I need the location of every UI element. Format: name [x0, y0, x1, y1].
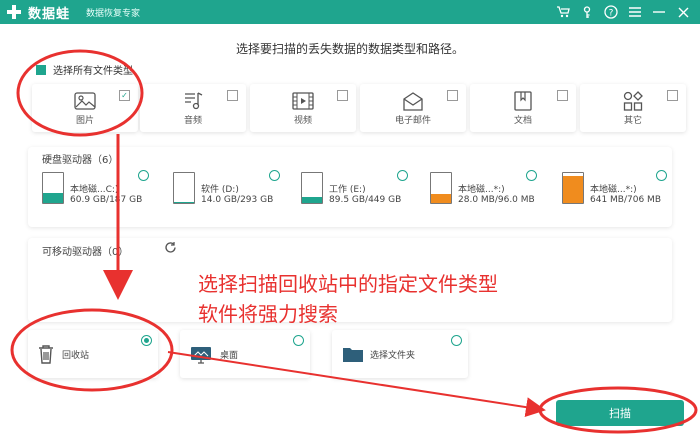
location-label: 选择文件夹 [370, 351, 416, 361]
drive-item[interactable]: 本地磁...*:) 28.0 MB/96.0 MB [430, 170, 555, 212]
drive-size: 641 MB/706 MB [590, 195, 661, 205]
drive-radio[interactable] [397, 170, 408, 181]
page-heading: 选择要扫描的丢失数据的数据类型和路径。 [235, 42, 464, 56]
location-radio[interactable] [293, 335, 304, 346]
close-icon[interactable] [674, 3, 692, 21]
location-label: 桌面 [220, 351, 239, 361]
menu-icon[interactable] [626, 3, 644, 21]
file-type-checkbox[interactable]: ✓ [119, 90, 130, 101]
file-type-label: 视频 [293, 116, 312, 126]
image-icon [74, 92, 96, 110]
drive-icon [42, 172, 64, 204]
drive-icon [562, 172, 584, 204]
file-type-email[interactable]: 电子邮件 [360, 84, 466, 132]
file-type-checkbox[interactable] [667, 90, 678, 101]
other-icon [623, 91, 643, 111]
help-icon[interactable]: ? [602, 3, 620, 21]
app-name: 数据蛙 [28, 7, 71, 22]
select-all-label: 选择所有文件类型 [53, 66, 133, 77]
file-type-label: 图片 [75, 116, 94, 126]
annotation-line-1: 选择扫描回收站中的指定文件类型 [198, 272, 498, 296]
file-type-image[interactable]: ✓ 图片 [32, 84, 138, 132]
email-icon [403, 92, 423, 111]
annotation-line-2: 软件将强力搜索 [198, 302, 338, 326]
document-icon [514, 91, 532, 111]
drive-item[interactable]: 工作 (E:) 89.5 GB/449 GB [301, 170, 426, 212]
drive-usage-fill [431, 194, 451, 203]
refresh-icon[interactable] [164, 241, 177, 254]
drive-size: 60.9 GB/187 GB [70, 195, 143, 205]
app-subtitle: 数据恢复专家 [86, 9, 141, 19]
file-type-checkbox[interactable] [227, 90, 238, 101]
removable-title: 可移动驱动器（0） [42, 247, 129, 258]
select-all-checkbox[interactable] [36, 64, 46, 75]
location-desktop[interactable]: 桌面 [180, 330, 310, 378]
video-icon [292, 92, 314, 110]
drive-icon [173, 172, 195, 204]
drive-usage-fill [174, 201, 194, 203]
drive-item[interactable]: 软件 (D:) 14.0 GB/293 GB [173, 170, 298, 212]
file-type-label: 文档 [513, 116, 532, 126]
location-radio[interactable] [451, 335, 462, 346]
select-all-types[interactable]: 选择所有文件类型 [36, 62, 133, 77]
key-icon[interactable] [578, 3, 596, 21]
title-bar: 数据蛙 数据恢复专家 ? [0, 0, 700, 24]
scan-button[interactable]: 扫描 [556, 400, 684, 426]
location-radio[interactable] [141, 335, 152, 346]
file-type-label: 电子邮件 [394, 116, 431, 126]
drive-usage-fill [43, 193, 63, 203]
drive-radio[interactable] [526, 170, 537, 181]
drive-name: 本地磁...C:) [70, 185, 119, 195]
drive-name: 本地磁...*:) [458, 185, 505, 195]
minimize-icon[interactable] [650, 3, 668, 21]
drive-item[interactable]: 本地磁...C:) 60.9 GB/187 GB [42, 170, 167, 212]
file-type-label: 音频 [183, 116, 202, 126]
folder-icon [343, 348, 363, 362]
location-choose-folder[interactable]: 选择文件夹 [332, 330, 468, 378]
drive-name: 本地磁...*:) [590, 185, 637, 195]
drive-item[interactable]: 本地磁...*:) 641 MB/706 MB [562, 170, 687, 212]
drive-icon [430, 172, 452, 204]
file-type-video[interactable]: 视频 [250, 84, 356, 132]
file-type-other[interactable]: 其它 [580, 84, 686, 132]
file-type-checkbox[interactable] [337, 90, 348, 101]
drive-icon [301, 172, 323, 204]
drive-size: 89.5 GB/449 GB [329, 195, 402, 205]
file-type-document[interactable]: 文档 [470, 84, 576, 132]
drive-radio[interactable] [269, 170, 280, 181]
drive-radio[interactable] [138, 170, 149, 181]
audio-icon [185, 92, 203, 110]
file-type-label: 其它 [623, 116, 642, 126]
file-type-checkbox[interactable] [447, 90, 458, 101]
hard-drive-title: 硬盘驱动器（6） [42, 155, 119, 166]
drive-radio[interactable] [656, 170, 667, 181]
drive-size: 14.0 GB/293 GB [201, 195, 274, 205]
file-type-checkbox[interactable] [557, 90, 568, 101]
drive-usage-fill [563, 175, 583, 203]
drive-size: 28.0 MB/96.0 MB [458, 195, 535, 205]
drive-name: 工作 (E:) [329, 185, 366, 195]
location-recycle-bin[interactable]: 回收站 [28, 330, 158, 378]
file-type-audio[interactable]: 音频 [140, 84, 246, 132]
cart-icon[interactable] [554, 3, 572, 21]
drive-usage-fill [302, 197, 322, 203]
location-label: 回收站 [62, 351, 90, 361]
desktop-icon [191, 347, 211, 364]
drive-name: 软件 (D:) [201, 185, 239, 195]
app-logo-icon [7, 5, 21, 19]
recycle-bin-icon [39, 345, 53, 364]
svg-text:?: ? [609, 9, 614, 19]
